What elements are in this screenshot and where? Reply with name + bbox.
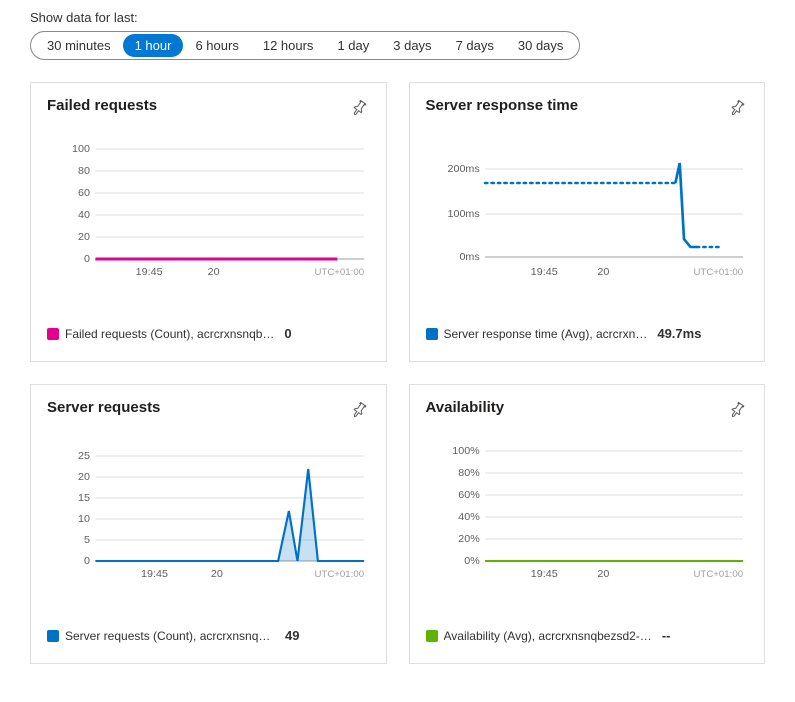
svg-text:60%: 60% [458,490,480,501]
svg-text:UTC+01:00: UTC+01:00 [314,569,364,579]
card-title: Server requests [47,399,160,416]
svg-text:100: 100 [72,144,90,155]
pin-button[interactable] [727,97,748,121]
card-title: Server response time [426,97,579,114]
svg-text:100%: 100% [452,446,479,457]
legend-availability: Availability (Avg), acrcrxnsnqbezsd2-… -… [426,628,749,643]
pill-30d[interactable]: 30 days [506,34,576,57]
svg-text:100ms: 100ms [447,209,479,220]
svg-text:40%: 40% [458,512,480,523]
svg-text:0%: 0% [464,556,480,567]
pill-1h[interactable]: 1 hour [123,34,184,57]
pin-icon [729,104,746,119]
svg-text:19:45: 19:45 [530,569,557,580]
legend-label: Server response time (Avg), acrcrxn… [444,327,648,341]
legend-swatch [47,328,59,340]
svg-text:15: 15 [78,493,90,504]
legend-label: Failed requests (Count), acrcrxnsnqb… [65,327,274,341]
chart-availability[interactable]: 100% 80% 60% 40% 20% 0% 19:45 20 UTC+01:… [426,441,749,606]
legend-value: -- [662,628,671,643]
svg-text:0ms: 0ms [459,252,479,263]
legend-failed: Failed requests (Count), acrcrxnsnqb… 0 [47,326,370,341]
pin-icon [351,406,368,421]
card-availability: Availability 100% 80% 60% [409,384,766,664]
svg-text:40: 40 [78,210,90,221]
legend-value: 0 [284,326,291,341]
pin-icon [729,406,746,421]
svg-text:20: 20 [597,569,609,580]
svg-text:20%: 20% [458,534,480,545]
pill-6h[interactable]: 6 hours [183,34,250,57]
svg-text:80: 80 [78,166,90,177]
svg-text:0: 0 [84,254,90,265]
svg-text:19:45: 19:45 [136,267,163,278]
svg-text:19:45: 19:45 [530,267,557,278]
svg-text:80%: 80% [458,468,480,479]
pill-30m[interactable]: 30 minutes [35,34,123,57]
svg-text:UTC+01:00: UTC+01:00 [693,569,743,579]
legend-value: 49.7ms [657,326,701,341]
legend-requests: Server requests (Count), acrcrxnsnqb… 49 [47,628,370,643]
legend-swatch [47,630,59,642]
svg-text:20: 20 [211,569,223,580]
svg-text:0: 0 [84,556,90,567]
card-server-response-time: Server response time 200ms 100ms 0ms [409,82,766,362]
chart-failed[interactable]: 100 80 60 40 20 0 19:45 20 UTC+01:00 [47,139,370,304]
card-title: Availability [426,399,505,416]
pin-button[interactable] [727,399,748,423]
legend-swatch [426,630,438,642]
svg-text:20: 20 [597,267,609,278]
svg-text:UTC+01:00: UTC+01:00 [693,267,743,277]
svg-text:19:45: 19:45 [141,569,168,580]
card-title: Failed requests [47,97,157,114]
legend-label: Server requests (Count), acrcrxnsnqb… [65,629,275,643]
pill-1d[interactable]: 1 day [325,34,381,57]
svg-text:UTC+01:00: UTC+01:00 [314,267,364,277]
chart-requests[interactable]: 25 20 15 10 5 0 19:45 20 UTC+01:00 [47,441,370,606]
pill-3d[interactable]: 3 days [381,34,443,57]
cards-grid: Failed requests 100 80 60 [30,82,765,664]
card-failed-requests: Failed requests 100 80 60 [30,82,387,362]
legend-swatch [426,328,438,340]
svg-text:60: 60 [78,188,90,199]
svg-text:20: 20 [78,472,90,483]
pill-7d[interactable]: 7 days [444,34,506,57]
pin-icon [351,104,368,119]
card-server-requests: Server requests 25 20 15 [30,384,387,664]
svg-text:20: 20 [78,232,90,243]
svg-text:5: 5 [84,535,90,546]
time-range-label: Show data for last: [30,10,765,25]
chart-response[interactable]: 200ms 100ms 0ms 19:45 20 UTC+01:00 [426,139,749,304]
time-range-pills: 30 minutes 1 hour 6 hours 12 hours 1 day… [30,31,580,60]
legend-label: Availability (Avg), acrcrxnsnqbezsd2-… [444,629,652,643]
legend-value: 49 [285,628,299,643]
pin-button[interactable] [349,97,370,121]
pin-button[interactable] [349,399,370,423]
legend-response: Server response time (Avg), acrcrxn… 49.… [426,326,749,341]
svg-text:20: 20 [208,267,220,278]
pill-12h[interactable]: 12 hours [251,34,326,57]
svg-text:25: 25 [78,451,90,462]
svg-text:10: 10 [78,514,90,525]
svg-text:200ms: 200ms [447,164,479,175]
